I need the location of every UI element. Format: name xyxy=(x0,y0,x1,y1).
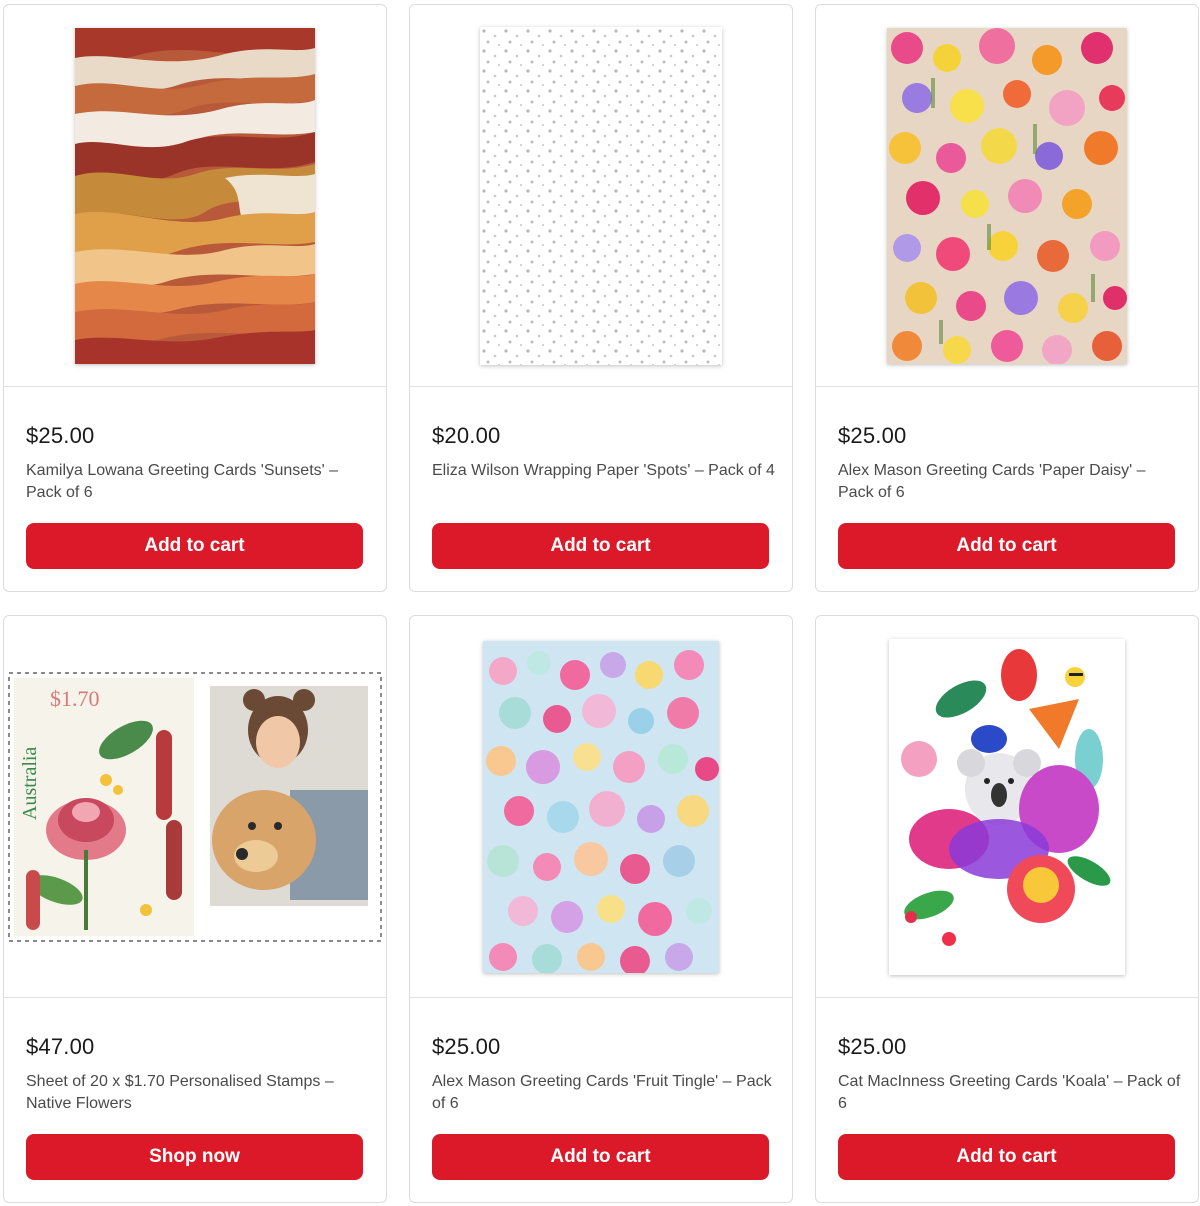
paper-daisy-card-image[interactable] xyxy=(887,27,1127,364)
shop-now-button[interactable]: Shop now xyxy=(26,1134,363,1180)
add-to-cart-button[interactable]: Add to cart xyxy=(432,523,769,569)
product-card[interactable]: $25.00 Cat MacInness Greeting Cards 'Koa… xyxy=(815,615,1199,1203)
product-card[interactable]: $25.00 Alex Mason Greeting Cards 'Paper … xyxy=(815,4,1199,592)
product-card[interactable]: $1.70 Australia $47.00 Sheet of 20 x $1.… xyxy=(3,615,387,1203)
product-price: $20.00 xyxy=(432,423,501,448)
product-image-area[interactable]: $1.70 Australia xyxy=(4,616,386,998)
add-to-cart-button[interactable]: Add to cart xyxy=(26,523,363,569)
product-image-area[interactable] xyxy=(816,616,1198,998)
product-card[interactable]: $25.00 Kamilya Lowana Greeting Cards 'Su… xyxy=(3,4,387,592)
fruit-tingle-card-image[interactable] xyxy=(483,640,719,973)
product-title[interactable]: Sheet of 20 x $1.70 Personalised Stamps … xyxy=(26,1071,371,1115)
personalised-stamp-image[interactable]: $1.70 Australia xyxy=(6,669,384,944)
product-title[interactable]: Alex Mason Greeting Cards 'Fruit Tingle'… xyxy=(432,1071,777,1115)
product-image-area[interactable] xyxy=(4,5,386,387)
product-image-area[interactable] xyxy=(410,616,792,998)
stamp-country: Australia xyxy=(19,746,41,819)
product-title[interactable]: Cat MacInness Greeting Cards 'Koala' – P… xyxy=(838,1071,1183,1115)
product-card[interactable]: $25.00 Alex Mason Greeting Cards 'Fruit … xyxy=(409,615,793,1203)
product-card[interactable]: $20.00 Eliza Wilson Wrapping Paper 'Spot… xyxy=(409,4,793,592)
product-title[interactable]: Alex Mason Greeting Cards 'Paper Daisy' … xyxy=(838,460,1183,504)
product-price: $25.00 xyxy=(838,423,907,448)
product-image-area[interactable] xyxy=(816,5,1198,387)
stamp-value: $1.70 xyxy=(50,686,100,711)
add-to-cart-button[interactable]: Add to cart xyxy=(432,1134,769,1180)
product-price: $47.00 xyxy=(26,1034,95,1059)
product-image-area[interactable] xyxy=(410,5,792,387)
product-price: $25.00 xyxy=(838,1034,907,1059)
product-title[interactable]: Eliza Wilson Wrapping Paper 'Spots' – Pa… xyxy=(432,460,777,482)
add-to-cart-button[interactable]: Add to cart xyxy=(838,523,1175,569)
product-price: $25.00 xyxy=(432,1034,501,1059)
product-title[interactable]: Kamilya Lowana Greeting Cards 'Sunsets' … xyxy=(26,460,371,504)
add-to-cart-button[interactable]: Add to cart xyxy=(838,1134,1175,1180)
sunsets-card-image[interactable] xyxy=(75,27,315,364)
koala-card-image[interactable] xyxy=(889,638,1125,975)
product-price: $25.00 xyxy=(26,423,95,448)
spots-wrapping-paper-image[interactable] xyxy=(480,26,722,365)
